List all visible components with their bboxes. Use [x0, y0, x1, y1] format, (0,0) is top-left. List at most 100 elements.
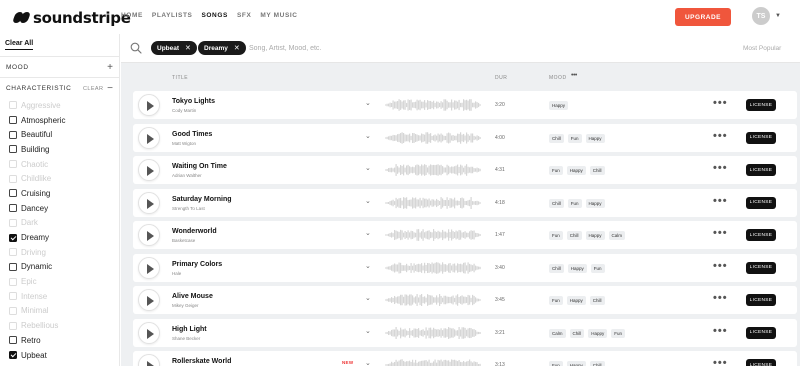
track-row[interactable]: High Light Shane Becker ⌄ 3:21 Calm Chill Happ… [133, 318, 797, 347]
avatar[interactable]: TS [752, 7, 770, 25]
play-icon[interactable] [138, 256, 160, 279]
nav-playlists[interactable]: PLAYLISTS [152, 12, 193, 19]
chevron-down-icon[interactable]: ⌄ [365, 164, 371, 172]
track-artist[interactable]: Basketcase [172, 238, 195, 243]
waveform[interactable] [385, 261, 481, 275]
filter-chip-dreamy[interactable]: Dreamy ✕ [198, 41, 246, 55]
track-row[interactable]: Alive Mouse Mikey Geiger ⌄ 3:45 Fun Happy Chil… [133, 286, 797, 314]
track-artist[interactable]: Hale [172, 271, 181, 276]
search-icon[interactable] [130, 42, 142, 54]
column-duration[interactable]: DUR [495, 75, 507, 81]
track-artist[interactable]: Shane Becker [172, 336, 200, 341]
license-button[interactable]: LICENSE [746, 99, 776, 111]
track-row[interactable]: Primary Colors Hale ⌄ 3:40 Chill Happy Fun ••• L… [133, 253, 797, 282]
characteristic-checkbox[interactable] [9, 351, 17, 360]
more-options-icon[interactable]: ••• [713, 357, 728, 366]
mood-tag[interactable]: Fun [549, 166, 563, 175]
track-title[interactable]: Wonderworld [172, 228, 217, 235]
more-options-icon[interactable]: ••• [713, 325, 728, 337]
chevron-down-icon[interactable]: ⌄ [365, 359, 371, 366]
track-artist[interactable]: Mikey Geiger [172, 303, 199, 308]
play-icon[interactable] [138, 159, 160, 181]
mood-tag[interactable]: Happy [567, 263, 587, 273]
waveform[interactable] [385, 131, 481, 145]
characteristic-section-header[interactable]: CHARACTERISTIC CLEAR − [0, 77, 120, 99]
characteristic-checkbox[interactable] [9, 116, 17, 125]
more-options-icon[interactable]: ••• [713, 195, 728, 207]
track-artist[interactable]: Cody Martin [172, 108, 196, 113]
chevron-down-icon[interactable]: ⌄ [365, 294, 371, 302]
play-icon[interactable] [138, 94, 160, 116]
characteristic-option[interactable]: Dreamy [9, 230, 65, 245]
track-title[interactable]: Rollerskate World [172, 358, 231, 365]
mood-tag[interactable]: Fun [567, 198, 582, 208]
more-options-icon[interactable]: ••• [713, 292, 728, 304]
license-button[interactable]: LICENSE [746, 164, 776, 176]
waveform[interactable] [385, 228, 481, 242]
minus-icon[interactable]: − [107, 83, 113, 94]
mood-tag[interactable]: Fun [549, 231, 563, 240]
characteristic-checkbox[interactable] [9, 189, 17, 198]
mood-tag[interactable]: Fun [611, 328, 626, 338]
characteristic-checkbox[interactable] [9, 130, 17, 139]
characteristic-option[interactable]: Dynamic [9, 260, 65, 275]
more-options-icon[interactable]: ••• [713, 162, 728, 174]
mood-tag[interactable]: Happy [585, 198, 605, 208]
play-icon[interactable] [138, 126, 160, 149]
track-artist[interactable]: Matt Wigton [172, 141, 196, 146]
mood-tag[interactable]: Chill [549, 133, 564, 143]
waveform[interactable] [385, 163, 481, 177]
characteristic-option[interactable]: Atmospheric [9, 113, 65, 128]
play-icon[interactable] [138, 224, 160, 246]
characteristic-clear-button[interactable]: CLEAR [83, 86, 103, 92]
nav-songs[interactable]: SONGS [201, 12, 227, 19]
chevron-down-icon[interactable]: ⌄ [365, 132, 371, 140]
chevron-down-icon[interactable]: ⌄ [365, 197, 371, 205]
characteristic-checkbox[interactable] [9, 145, 17, 154]
track-title[interactable]: Saturday Morning [172, 196, 232, 203]
track-row[interactable]: Waiting On Time Adrian Walther ⌄ 4:31 Fun Hap… [133, 156, 797, 184]
waveform[interactable] [385, 98, 481, 112]
more-options-icon[interactable]: ••• [713, 97, 728, 109]
track-row[interactable]: Saturday Morning Strength To Last ⌄ 4:18 Chi… [133, 188, 797, 217]
nav-home[interactable]: HOME [121, 12, 143, 19]
chevron-down-icon[interactable]: ▼ [775, 13, 781, 19]
characteristic-option[interactable]: Beautiful [9, 127, 65, 142]
mood-tag[interactable]: Happy [549, 101, 569, 110]
chevron-down-icon[interactable]: ⌄ [365, 262, 371, 270]
characteristic-option[interactable]: Retro [9, 333, 65, 348]
mood-section-header[interactable]: MOOD + [0, 56, 120, 78]
characteristic-checkbox[interactable] [9, 262, 17, 271]
column-mood[interactable]: MOOD [549, 75, 567, 81]
mood-tag[interactable]: Chill [589, 361, 605, 366]
characteristic-option[interactable]: Upbeat [9, 348, 65, 363]
plus-icon[interactable]: + [107, 62, 113, 73]
filter-chip-upbeat[interactable]: Upbeat ✕ [151, 41, 197, 55]
mood-tag[interactable]: Chill [589, 296, 605, 305]
more-options-icon[interactable]: ••• [713, 130, 728, 142]
waveform[interactable] [385, 358, 481, 366]
track-title[interactable]: High Light [172, 326, 207, 333]
mood-tag[interactable]: Fun [549, 296, 563, 305]
close-icon[interactable]: ✕ [185, 44, 191, 52]
characteristic-option[interactable]: Building [9, 142, 65, 157]
more-options-icon[interactable]: ••• [713, 227, 728, 239]
characteristic-option[interactable]: Dancey [9, 201, 65, 216]
license-button[interactable]: LICENSE [746, 294, 776, 306]
mood-tag[interactable]: Fun [590, 263, 605, 273]
license-button[interactable]: LICENSE [746, 131, 776, 144]
mood-tag[interactable]: Happy [585, 231, 605, 240]
play-icon[interactable] [138, 191, 160, 214]
play-icon[interactable] [138, 289, 160, 311]
clear-all-button[interactable]: Clear All [5, 40, 33, 47]
license-button[interactable]: LICENSE [746, 196, 776, 209]
characteristic-checkbox[interactable] [9, 336, 17, 345]
track-row[interactable]: Good Times Matt Wigton ⌄ 4:00 Chill Fun Happy •… [133, 123, 797, 152]
play-icon[interactable] [138, 354, 160, 366]
column-title[interactable]: TITLE [172, 75, 188, 81]
waveform[interactable] [385, 293, 481, 307]
mood-tag[interactable]: Chill [589, 166, 605, 175]
track-row[interactable]: Rollerskate World NEW ⌄ 3:13 Fun Happy Chill ••… [133, 351, 797, 366]
track-title[interactable]: Alive Mouse [172, 293, 213, 300]
soundstripe-logo[interactable]: soundstripe [11, 9, 131, 27]
